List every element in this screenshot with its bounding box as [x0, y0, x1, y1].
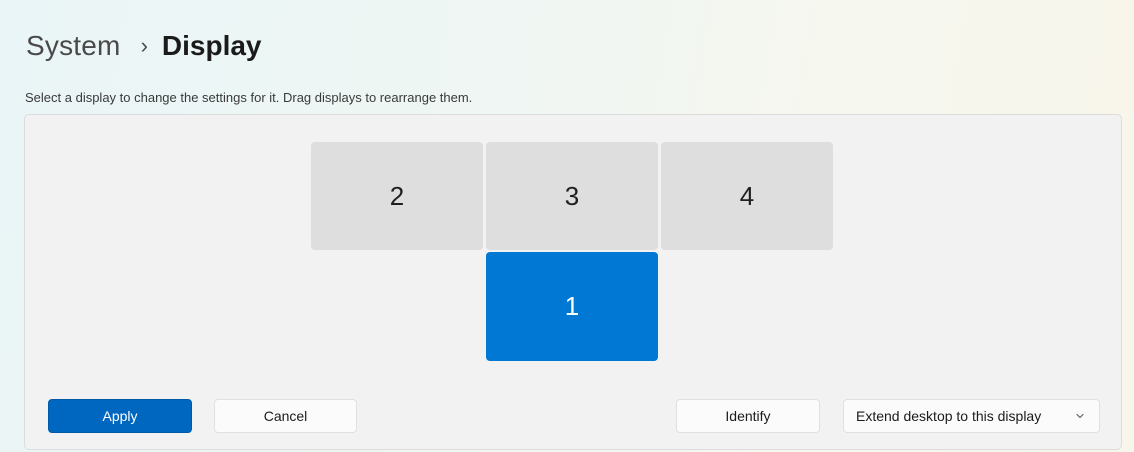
arrangement-instructions: Select a display to change the settings … [25, 90, 473, 105]
chevron-down-icon [1076, 413, 1084, 419]
display-1-tile[interactable]: 1 [486, 252, 658, 361]
apply-button[interactable]: Apply [48, 399, 192, 433]
display-3-number: 3 [564, 180, 580, 211]
display-3-tile[interactable]: 3 [486, 142, 658, 250]
display-arrangement-panel: 2 3 4 1 Apply Cancel Identify Extend des… [24, 114, 1122, 450]
display-1-number: 1 [564, 291, 580, 321]
cancel-button-label: Cancel [263, 408, 308, 424]
identify-button-label: Identify [725, 408, 771, 424]
page-title: Display [161, 30, 262, 61]
display-4-tile[interactable]: 4 [661, 142, 833, 250]
display-4-number: 4 [739, 180, 755, 211]
multi-display-mode-dropdown[interactable]: Extend desktop to this display [843, 399, 1100, 433]
display-2-tile[interactable]: 2 [311, 142, 483, 250]
breadcrumb-separator-icon: › [140, 33, 148, 58]
display-2-number: 2 [389, 180, 405, 211]
breadcrumb-parent-link[interactable]: System [26, 30, 121, 62]
identify-button[interactable]: Identify [676, 399, 820, 433]
apply-button-label: Apply [102, 408, 138, 424]
cancel-button[interactable]: Cancel [214, 399, 357, 433]
multi-display-mode-value: Extend desktop to this display [856, 408, 1042, 424]
breadcrumb: System › Display [26, 26, 262, 66]
